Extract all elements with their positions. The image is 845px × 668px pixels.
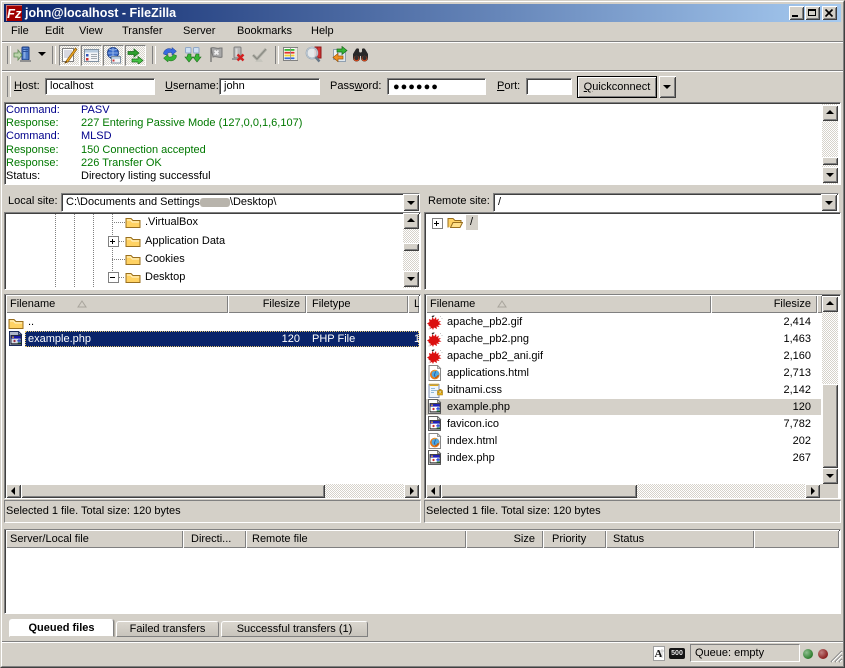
svg-text:Fz: Fz: [7, 6, 22, 21]
svg-text:A: A: [655, 648, 663, 660]
